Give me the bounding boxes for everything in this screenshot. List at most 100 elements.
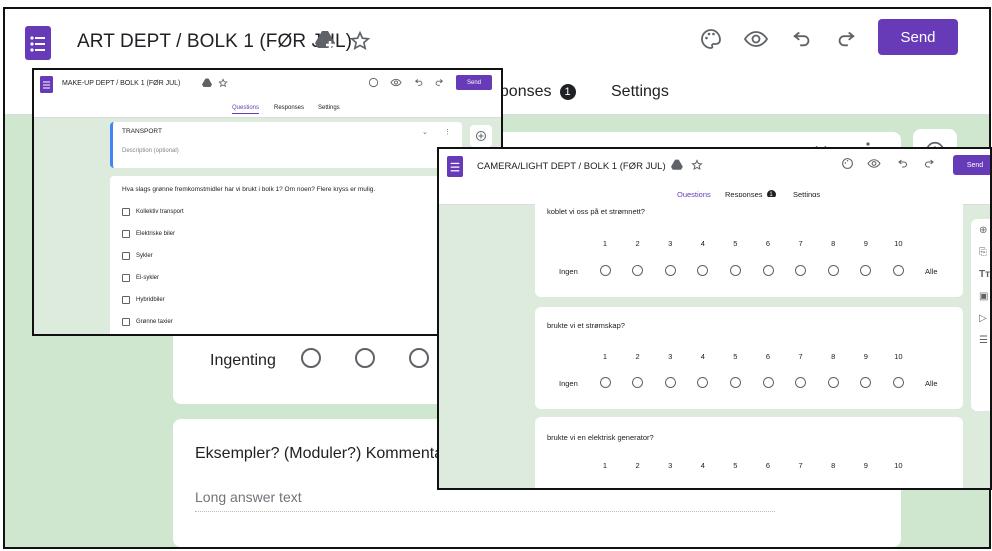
scale-radio[interactable] <box>827 377 839 388</box>
question-title[interactable]: brukte vi et strømskap? <box>547 321 625 330</box>
question-title[interactable]: Hva slags grønne fremkomstmidler har vi … <box>122 186 375 193</box>
scale-radio[interactable] <box>599 377 611 388</box>
palette-icon[interactable] <box>699 27 723 51</box>
scale-radio[interactable] <box>729 265 741 276</box>
preview-eye-icon[interactable] <box>743 27 769 51</box>
forms-logo-icon <box>447 156 463 177</box>
scale-radio[interactable] <box>599 265 611 276</box>
checkbox-option[interactable]: Sykler <box>122 252 153 260</box>
checkbox-option[interactable]: Hybridbiler <box>122 296 165 304</box>
checkbox[interactable] <box>122 252 130 260</box>
checkbox[interactable] <box>122 274 130 282</box>
checkbox-option[interactable]: El-sykler <box>122 274 159 282</box>
scale-radio[interactable] <box>892 265 904 276</box>
add-question-icon[interactable]: ⊕ <box>979 225 987 236</box>
redo-icon[interactable] <box>923 157 935 169</box>
row-label: Ingenting <box>210 352 276 369</box>
form-title[interactable]: ART DEPT / BOLK 1 (FØR JUL) <box>77 31 352 53</box>
checkbox-option[interactable]: Grønne taxier <box>122 318 173 326</box>
scale-number: 8 <box>831 352 836 361</box>
radio-option[interactable] <box>355 348 375 368</box>
preview-eye-icon[interactable] <box>390 77 402 88</box>
redo-icon[interactable] <box>835 27 857 49</box>
import-questions-icon[interactable]: ⎘ <box>979 247 987 258</box>
redo-icon[interactable] <box>434 77 444 87</box>
undo-icon[interactable] <box>897 157 909 169</box>
send-button[interactable]: Send <box>953 155 990 175</box>
collapse-icon[interactable]: ⌄ <box>422 128 428 136</box>
move-to-folder-icon[interactable] <box>315 30 337 50</box>
scale-number: 1 <box>602 352 608 361</box>
scale-number: 9 <box>863 352 868 361</box>
preview-eye-icon[interactable] <box>867 157 881 170</box>
tab-questions[interactable]: Questions <box>232 105 260 114</box>
scale-radio[interactable] <box>827 265 839 276</box>
palette-icon[interactable] <box>841 157 854 170</box>
tab-settings[interactable]: Settings <box>318 105 340 111</box>
checkbox[interactable] <box>122 208 130 216</box>
scale-number: 6 <box>765 352 771 361</box>
form-title[interactable]: CAMERA/LIGHT DEPT / BOLK 1 (FØR JUL) <box>477 161 666 172</box>
scale-number: 10 <box>894 239 903 248</box>
tab-responses[interactable]: Responses <box>274 105 304 111</box>
scale-radio[interactable] <box>762 265 774 276</box>
scale-number: 8 <box>831 461 836 470</box>
scale-number: 4 <box>700 239 705 248</box>
checkbox[interactable] <box>122 230 130 238</box>
question-card[interactable] <box>110 176 462 334</box>
more-vert-icon[interactable]: ⋮ <box>444 128 451 136</box>
scale-radio[interactable] <box>664 377 676 388</box>
radio-option[interactable] <box>409 348 429 368</box>
radio-option[interactable] <box>301 348 321 368</box>
scale-min-label: Ingen <box>559 379 578 388</box>
scale-number: 9 <box>863 239 868 248</box>
send-button[interactable]: Send <box>878 19 958 55</box>
scale-number: 5 <box>733 239 738 248</box>
star-icon[interactable] <box>349 30 371 52</box>
section-title[interactable]: TRANSPORT <box>122 128 162 135</box>
checkbox-option[interactable]: Kollektiv transport <box>122 208 184 216</box>
move-to-folder-icon[interactable] <box>671 159 684 171</box>
scale-number: 2 <box>635 239 640 248</box>
floating-toolbar <box>470 125 492 147</box>
scale-number: 5 <box>733 352 738 361</box>
star-icon[interactable] <box>691 159 703 171</box>
move-to-folder-icon[interactable] <box>202 78 213 88</box>
scale-number: 6 <box>765 239 771 248</box>
scale-number: 3 <box>668 239 673 248</box>
forms-logo-icon <box>40 76 53 93</box>
undo-icon[interactable] <box>791 27 813 49</box>
checkbox[interactable] <box>122 318 130 326</box>
scale-radio[interactable] <box>664 265 676 276</box>
checkbox[interactable] <box>122 296 130 304</box>
scale-radio[interactable] <box>729 377 741 388</box>
question-title[interactable]: koblet vi oss på et strømnett? <box>547 207 645 216</box>
section-header-card[interactable] <box>110 122 462 168</box>
add-title-icon[interactable]: Tт <box>979 269 990 280</box>
scale-number: 4 <box>700 352 705 361</box>
checkbox-option[interactable]: Elektriske biler <box>122 230 175 238</box>
scale-number: 7 <box>798 461 803 470</box>
add-section-icon[interactable]: ☰ <box>979 335 988 346</box>
tab-settings[interactable]: Settings <box>611 83 669 101</box>
scale-number: 6 <box>765 461 771 470</box>
scale-number: 3 <box>668 461 673 470</box>
add-image-icon[interactable]: ▣ <box>979 291 988 302</box>
question-title[interactable]: Eksempler? (Moduler?) Kommentarer <box>195 445 463 463</box>
makeup-dept-window: MAKE-UP DEPT / BOLK 1 (FØR JUL) Send Que… <box>32 68 503 336</box>
send-button[interactable]: Send <box>456 75 492 90</box>
option-label: El-sykler <box>136 275 160 281</box>
palette-icon[interactable] <box>368 77 379 88</box>
scale-number: 4 <box>700 461 705 470</box>
form-title[interactable]: MAKE-UP DEPT / BOLK 1 (FØR JUL) <box>62 80 180 87</box>
add-video-icon[interactable]: ▷ <box>979 313 987 324</box>
section-description[interactable]: Description (optional) <box>122 148 179 154</box>
linear-scale-question-card[interactable] <box>535 417 963 488</box>
add-question-icon[interactable] <box>475 130 487 142</box>
undo-icon[interactable] <box>414 77 424 87</box>
scale-radio[interactable] <box>892 377 904 388</box>
question-title[interactable]: brukte vi en elektrisk generator? <box>547 433 654 442</box>
star-icon[interactable] <box>218 78 228 88</box>
scale-max-label: Alle <box>925 379 938 388</box>
scale-radio[interactable] <box>762 377 774 388</box>
